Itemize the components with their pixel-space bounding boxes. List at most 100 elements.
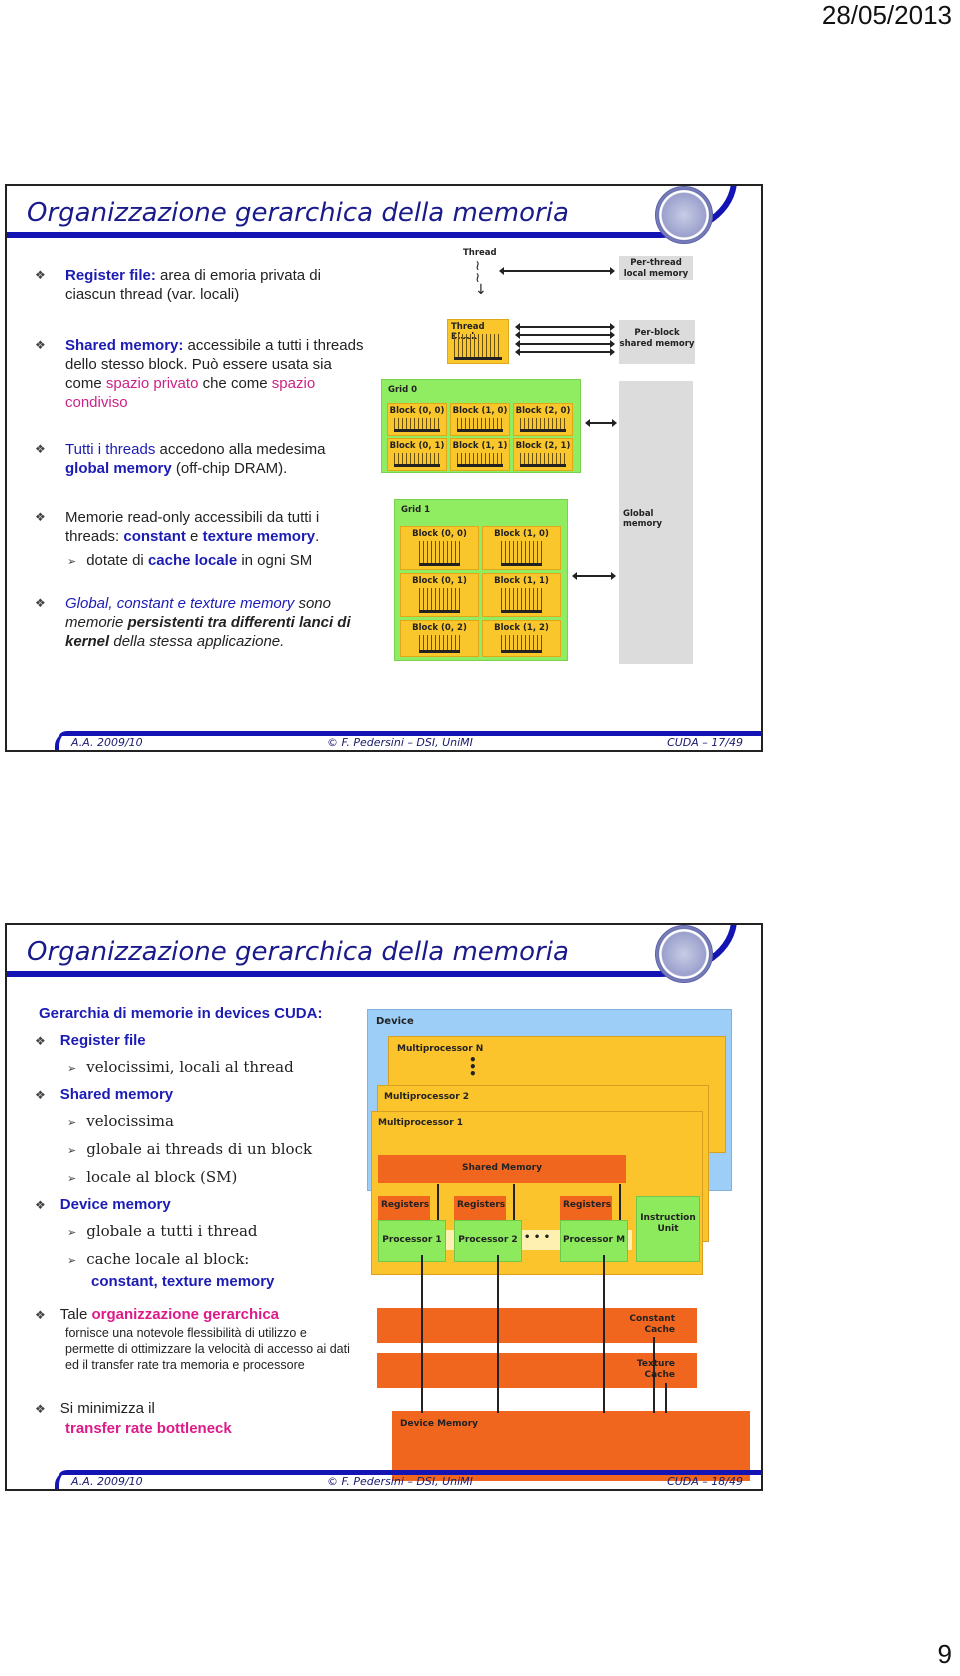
- arrow-bullet-icon: ➢: [67, 1116, 77, 1129]
- footer-author: © F. Pedersini – DSI, UniMI: [327, 736, 473, 749]
- sub-item-text: globale a tutti i thread: [86, 1222, 258, 1240]
- block-label: Block (1, 0): [494, 529, 549, 539]
- grid1-arrow: [572, 572, 616, 580]
- bullet-bold: Shared memory:: [65, 337, 184, 354]
- threads-wave-icon: [457, 453, 503, 467]
- item-register-file: ❖ Register file: [35, 1028, 375, 1054]
- bullet-small-text: fornisce una notevole flessibilità di ut…: [65, 1326, 350, 1372]
- grid1-block: Block (1, 0): [482, 526, 561, 570]
- sub-item: ➢ cache locale al block: constant, texture…: [67, 1246, 375, 1292]
- processor-label: Processor M: [562, 1235, 626, 1245]
- device-label: Device: [376, 1016, 414, 1027]
- diamond-bullet-icon: ❖: [35, 1088, 46, 1102]
- sub-item-text: velocissima: [86, 1112, 174, 1130]
- arrow-bullet-icon: ➢: [67, 1172, 77, 1185]
- sub-item-text: locale al block (SM): [86, 1168, 238, 1186]
- bullet-text: (off-chip DRAM).: [171, 460, 288, 477]
- sub-item-text: velocissimi, locali al thread: [86, 1058, 294, 1076]
- constant-cache-label: Constant Cache: [629, 1314, 675, 1335]
- memory-arrow: [497, 1255, 499, 1413]
- threads-wave-icon: [501, 541, 542, 566]
- footer-slide-number: CUDA – 17/49: [667, 736, 743, 749]
- title-bar: [7, 971, 647, 977]
- bullet-bold: Register file:: [65, 267, 156, 284]
- diamond-bullet-icon: ❖: [35, 1402, 46, 1416]
- item-shared-memory: ❖ Shared memory: [35, 1082, 375, 1108]
- device-memory-label: Device Memory: [400, 1419, 479, 1429]
- diamond-bullet-icon: ❖: [35, 510, 46, 524]
- ellipsis-dots-icon: • • •: [469, 1053, 477, 1081]
- sub-item-text: globale ai threads di un block: [86, 1140, 313, 1158]
- sub-item: ➢ locale al block (SM): [67, 1164, 375, 1192]
- block-label: Block (2, 0): [515, 406, 571, 416]
- bullet-shared-memory: ❖ Shared memory: accessibile a tutti i t…: [35, 336, 365, 412]
- processor-m: Processor M: [560, 1220, 628, 1262]
- registers-label: Registers: [381, 1200, 430, 1210]
- diamond-bullet-icon: ❖: [35, 1308, 46, 1322]
- bullet-global-memory: ❖ Tutti i threads accedono alla medesima…: [35, 440, 365, 478]
- sub-item-bold: constant, texture memory: [91, 1273, 275, 1290]
- global-memory-label: Global memory: [623, 509, 663, 529]
- bullet-persistent: ❖ Global, constant e texture memory sono…: [35, 594, 365, 651]
- block-arrow: [515, 340, 615, 348]
- register-arrow: [513, 1184, 515, 1222]
- grid0-block: Block (0, 0): [387, 403, 447, 436]
- bullet-blue: Tutti i threads: [65, 441, 156, 458]
- grid1-block: Block (1, 2): [482, 620, 561, 657]
- block-arrow: [515, 348, 615, 356]
- item-label: Register file: [59, 1032, 146, 1049]
- constant-cache-box: Constant Cache: [377, 1308, 697, 1343]
- block-arrow: [515, 323, 615, 331]
- per-thread-memory-box: Per-thread local memory: [619, 256, 693, 280]
- bullet-text: e: [185, 528, 203, 545]
- ellipsis-icon: • • •: [524, 1232, 551, 1243]
- bullet-pink: spazio privato: [105, 375, 199, 392]
- arrow-bullet-icon: ➢: [67, 1144, 77, 1157]
- footer-year: A.A. 2009/10: [71, 736, 143, 749]
- threads-wave-icon: [419, 588, 460, 613]
- per-block-memory-label: Per-block shared memory: [619, 328, 695, 349]
- arrow-bullet-icon: ➢: [67, 556, 77, 568]
- block-label: Block (0, 0): [412, 529, 467, 539]
- sub-item: ➢ velocissimi, locali al thread: [67, 1054, 375, 1082]
- bullet-text: Tale: [59, 1306, 92, 1323]
- grid1-block: Block (0, 0): [400, 526, 479, 570]
- sub-bullet: ➢ dotate di cache locale in ogni SM: [67, 551, 365, 572]
- memory-arrow: [603, 1255, 605, 1413]
- diamond-bullet-icon: ❖: [35, 338, 46, 352]
- register-arrow: [437, 1184, 439, 1222]
- processor-2: Processor 2: [454, 1220, 522, 1262]
- page-date: 28/05/2013: [821, 0, 952, 30]
- thread-wave-icon: ≀ ≀ ↓: [475, 258, 487, 298]
- diamond-bullet-icon: ❖: [35, 1198, 46, 1212]
- block-label: Block (0, 2): [412, 623, 467, 633]
- slide-17: Organizzazione gerarchica della memoria …: [5, 184, 763, 752]
- diamond-bullet-icon: ❖: [35, 268, 46, 282]
- memory-arrow: [653, 1337, 655, 1413]
- university-seal-icon: [655, 925, 713, 983]
- footer-year: A.A. 2009/10: [71, 1475, 143, 1488]
- grid-1: Grid 1 Block (0, 0) Block (1, 0) Block (…: [394, 499, 568, 661]
- shared-memory-label: Shared Memory: [461, 1163, 542, 1173]
- threads-wave-icon: [394, 453, 440, 467]
- per-block-memory-box: Per-block shared memory: [619, 320, 695, 364]
- threads-wave-icon: [520, 418, 566, 432]
- grid1-block: Block (0, 1): [400, 573, 479, 617]
- university-seal-icon: [655, 186, 713, 244]
- thread-arrow: [499, 267, 615, 275]
- grid-0: Grid 0 Block (0, 0) Block (1, 0) Block (…: [381, 379, 581, 473]
- registers-label: Registers: [457, 1200, 506, 1210]
- arrow-bullet-icon: ➢: [67, 1062, 77, 1075]
- grid0-block: Block (1, 0): [450, 403, 510, 436]
- registers-label: Registers: [563, 1200, 612, 1210]
- grid0-block: Block (0, 1): [387, 438, 447, 471]
- bullet-pink: transfer rate bottleneck: [65, 1420, 232, 1437]
- registers-box: Registers: [454, 1196, 506, 1220]
- block-label: Block (1, 1): [452, 441, 508, 451]
- processor-label: Processor 2: [458, 1235, 518, 1245]
- grid0-block: Block (1, 1): [450, 438, 510, 471]
- threads-wave-icon: [454, 334, 502, 360]
- bullet-text: .: [315, 528, 320, 545]
- footer-author: © F. Pedersini – DSI, UniMI: [327, 1475, 473, 1488]
- item-label: Shared memory: [59, 1086, 174, 1103]
